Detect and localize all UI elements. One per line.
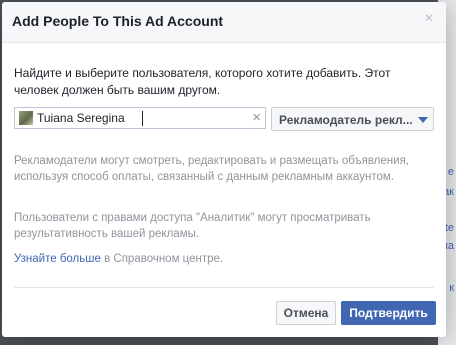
background-text: te	[444, 222, 454, 234]
learn-more-link[interactable]: Узнайте больше	[14, 253, 101, 265]
learn-more-suffix: в Справочном центре.	[100, 253, 224, 265]
chevron-down-icon	[418, 117, 428, 123]
close-icon[interactable]: ×	[422, 11, 436, 27]
cancel-button[interactable]: Отмена	[276, 301, 336, 325]
background-text: е	[447, 166, 454, 178]
role-select-value: Рекламодатель рекл...	[279, 113, 413, 127]
role-select[interactable]: Рекламодатель рекл...	[271, 107, 434, 131]
analyst-role-info: Пользователи с правами доступа "Аналитик…	[14, 212, 371, 240]
background-text: к	[449, 282, 454, 294]
text-cursor	[142, 111, 143, 126]
clear-icon[interactable]: ×	[252, 110, 261, 126]
person-name-value[interactable]: Tuiana Seregina	[37, 111, 125, 125]
advertiser-role-info: Рекламодатели могут смотреть, редактиров…	[14, 155, 409, 183]
dialog-description: Найдите и выберите пользователя, которог…	[14, 66, 391, 97]
learn-more-line: Узнайте больше в Справочном центре.	[14, 253, 223, 265]
user-avatar	[19, 111, 33, 125]
person-search-input[interactable]: Tuiana Seregina ×	[14, 107, 266, 129]
confirm-button[interactable]: Подтвердить	[341, 301, 436, 325]
add-people-dialog: Add People To This Ad Account × Найдите …	[2, 2, 446, 337]
dialog-footer-divider	[14, 287, 434, 288]
dialog-title: Add People To This Ad Account	[12, 13, 224, 29]
dialog-header: Add People To This Ad Account ×	[2, 2, 446, 43]
